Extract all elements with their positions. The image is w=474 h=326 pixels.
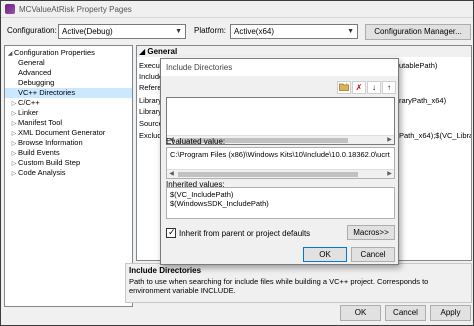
property-tree: ◢ Configuration Properties General Advanc… <box>4 45 133 307</box>
tree-item-label: Debugging <box>18 78 55 87</box>
tree-item-label: C/C++ <box>18 98 40 107</box>
evaluated-value-label: Evaluated value: <box>166 137 226 146</box>
tree-item-label: XML Document Generator <box>18 128 106 137</box>
ok-button[interactable]: OK <box>340 305 381 321</box>
tree-item-label: Code Analysis <box>18 168 66 177</box>
expander-icon[interactable]: ▷ <box>10 169 18 179</box>
chevron-down-icon: ▼ <box>347 28 354 35</box>
tree-item-general[interactable]: General <box>5 58 132 68</box>
tree-item-browse-information[interactable]: ▷ Browse Information <box>5 138 132 148</box>
property-name: Library <box>139 107 162 116</box>
inherited-values-box: $(VC_IncludePath) $(WindowsSDK_IncludePa… <box>166 187 395 219</box>
tree-item-label: General <box>18 58 45 67</box>
tree-item-label: VC++ Directories <box>18 88 76 97</box>
scroll-left-icon[interactable]: ◀ <box>167 170 176 179</box>
inherit-checkbox-label: Inherit from parent or project defaults <box>179 228 311 238</box>
apply-button[interactable]: Apply <box>430 305 471 321</box>
platform-select[interactable]: Active(x64) ▼ <box>230 24 358 39</box>
inherited-value: $(WindowsSDK_IncludePath) <box>170 199 269 208</box>
property-value: Path_x64);$(VC_Libra <box>399 131 472 140</box>
new-folder-icon <box>339 82 349 91</box>
inherit-checkbox-row[interactable]: Inherit from parent or project defaults <box>166 227 310 239</box>
window-title: MCValueAtRisk Property Pages <box>19 4 132 14</box>
include-directories-dialog: Include Directories ✗ ↓ ↑ ◀ ▶ Evaluated … <box>160 58 399 265</box>
new-folder-button[interactable] <box>337 81 351 94</box>
tree-item-manifest-tool[interactable]: ▷ Manifest Tool <box>5 118 132 128</box>
tree-item-linker[interactable]: ▷ Linker <box>5 108 132 118</box>
property-value: utablePath) <box>399 61 438 70</box>
tree-item-vc-directories[interactable]: VC++ Directories <box>5 88 132 98</box>
section-title: General <box>147 47 178 56</box>
grid-section-header[interactable]: ◢ General <box>137 46 471 57</box>
horizontal-scrollbar[interactable]: ◀ ▶ <box>167 169 394 178</box>
description-text: Path to use when searching for include f… <box>129 277 429 295</box>
tree-item-custom-build-step[interactable]: ▷ Custom Build Step <box>5 158 132 168</box>
tree-item-xml-document-generator[interactable]: ▷ XML Document Generator <box>5 128 132 138</box>
tree-item-cpp[interactable]: ▷ C/C++ <box>5 98 132 108</box>
tree-item-label: Custom Build Step <box>18 158 81 167</box>
tree-item-configuration-properties[interactable]: ◢ Configuration Properties <box>5 48 132 58</box>
description-title: Include Directories <box>129 266 202 275</box>
evaluated-value-text: C:\Program Files (x86)\Windows Kits\10\I… <box>170 150 390 159</box>
chevron-down-icon: ▼ <box>175 28 182 35</box>
tree-item-debugging[interactable]: Debugging <box>5 78 132 88</box>
move-up-button[interactable]: ↑ <box>382 81 396 94</box>
scroll-thumb[interactable] <box>178 172 358 177</box>
tree-item-label: Build Events <box>18 148 60 157</box>
scroll-right-icon[interactable]: ▶ <box>385 170 394 179</box>
dialog-title: Include Directories <box>161 59 398 76</box>
dialog-ok-button[interactable]: OK <box>303 247 347 262</box>
property-value: raryPath_x64) <box>399 96 447 105</box>
tree-item-label: Manifest Tool <box>18 118 63 127</box>
delete-button[interactable]: ✗ <box>352 81 366 94</box>
tree-item-advanced[interactable]: Advanced <box>5 68 132 78</box>
configuration-value: Active(Debug) <box>62 27 113 36</box>
tree-item-code-analysis[interactable]: ▷ Code Analysis <box>5 168 132 178</box>
move-down-button[interactable]: ↓ <box>367 81 381 94</box>
dialog-cancel-button[interactable]: Cancel <box>351 247 395 262</box>
title-bar: MCValueAtRisk Property Pages <box>1 1 473 18</box>
macros-button[interactable]: Macros>> <box>347 225 395 240</box>
tree-item-label: Browse Information <box>18 138 83 147</box>
description-panel: Include Directories Path to use when sea… <box>125 263 472 303</box>
scroll-right-icon[interactable]: ▶ <box>385 136 394 145</box>
tree-item-label: Configuration Properties <box>14 48 95 57</box>
platform-value: Active(x64) <box>234 27 275 36</box>
inherited-value: $(VC_IncludePath) <box>170 190 234 199</box>
configuration-label: Configuration: <box>7 26 57 35</box>
inherit-checkbox[interactable] <box>166 227 176 238</box>
tree-item-label: Advanced <box>18 68 52 77</box>
evaluated-value-box: C:\Program Files (x86)\Windows Kits\10\I… <box>166 147 395 179</box>
app-icon <box>5 4 15 14</box>
platform-label: Platform: <box>194 26 227 35</box>
cancel-button[interactable]: Cancel <box>385 305 426 321</box>
configuration-select[interactable]: Active(Debug) ▼ <box>58 24 186 39</box>
tree-item-label: Linker <box>18 108 39 117</box>
tree-item-build-events[interactable]: ▷ Build Events <box>5 148 132 158</box>
property-name: Library <box>139 96 162 105</box>
configuration-manager-button[interactable]: Configuration Manager... <box>365 24 471 40</box>
